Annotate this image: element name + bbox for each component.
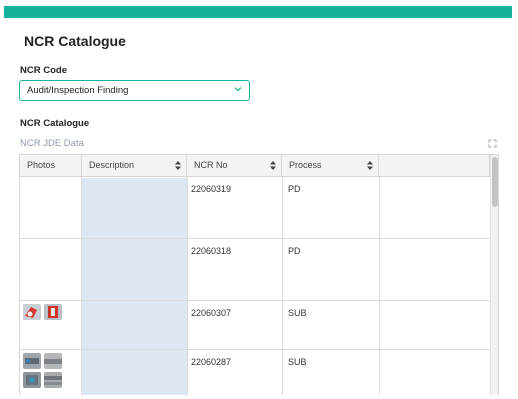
process-cell: PD	[288, 184, 301, 194]
red-part-photo-icon	[44, 304, 62, 320]
column-header-process[interactable]: Process	[282, 155, 379, 177]
scrollbar-thumb[interactable]	[492, 157, 498, 207]
column-header-ncr-no-label: NCR No	[194, 160, 228, 170]
column-header-ncr-no[interactable]: NCR No	[187, 155, 282, 177]
column-header-description-label: Description	[89, 160, 135, 170]
table-row[interactable]: 22060287 SUB	[20, 350, 490, 395]
process-cell: SUB	[288, 357, 307, 367]
metal-part-photo-icon	[44, 372, 62, 388]
expand-icon[interactable]	[488, 139, 497, 148]
ncr-no-cell: 22060287	[191, 357, 232, 367]
top-accent-bar	[4, 6, 512, 18]
metal-part-photo-icon	[44, 353, 62, 369]
grid-header: Photos Description NCR No Process	[20, 155, 490, 177]
photo-thumbnail[interactable]	[44, 353, 62, 369]
metal-part-photo-icon	[23, 353, 41, 369]
table-row[interactable]: 22060319 PD	[20, 177, 490, 239]
ncr-no-cell: 22060307	[191, 308, 232, 318]
photo-thumbnail[interactable]	[23, 372, 41, 388]
process-cell: SUB	[288, 308, 307, 318]
photo-thumbnail[interactable]	[44, 304, 62, 320]
photo-thumbnail[interactable]	[44, 372, 62, 388]
table-row[interactable]: 22060307 SUB	[20, 301, 490, 350]
sort-icon[interactable]	[270, 161, 276, 170]
process-cell: PD	[288, 246, 301, 256]
sort-icon[interactable]	[175, 161, 181, 170]
column-header-process-label: Process	[289, 160, 322, 170]
ncr-code-label: NCR Code	[20, 65, 67, 76]
chevron-down-icon	[234, 87, 242, 92]
sort-icon[interactable]	[367, 161, 373, 170]
ncr-code-select[interactable]: Audit/Inspection Finding	[19, 80, 250, 101]
ncr-code-selected-value: Audit/Inspection Finding	[27, 85, 129, 96]
ncr-catalogue-label: NCR Catalogue	[20, 118, 90, 129]
table-row[interactable]: 22060318 PD	[20, 239, 490, 301]
column-header-photos-label: Photos	[27, 160, 56, 170]
ncr-no-cell: 22060318	[191, 246, 232, 256]
photo-thumbnail[interactable]	[23, 353, 41, 369]
column-header-empty	[379, 155, 490, 177]
column-header-photos[interactable]: Photos	[20, 155, 82, 177]
ncr-jde-data-label: NCR JDE Data	[20, 138, 84, 149]
photo-thumbnail[interactable]	[23, 304, 41, 320]
metal-part-photo-icon	[23, 372, 41, 388]
page-title: NCR Catalogue	[24, 33, 126, 49]
ncr-no-cell: 22060319	[191, 184, 232, 194]
red-part-photo-icon	[23, 304, 41, 320]
vertical-scrollbar[interactable]	[490, 155, 498, 395]
ncr-catalogue-grid: Photos Description NCR No Process 220603…	[19, 154, 499, 395]
column-header-description[interactable]: Description	[82, 155, 187, 177]
